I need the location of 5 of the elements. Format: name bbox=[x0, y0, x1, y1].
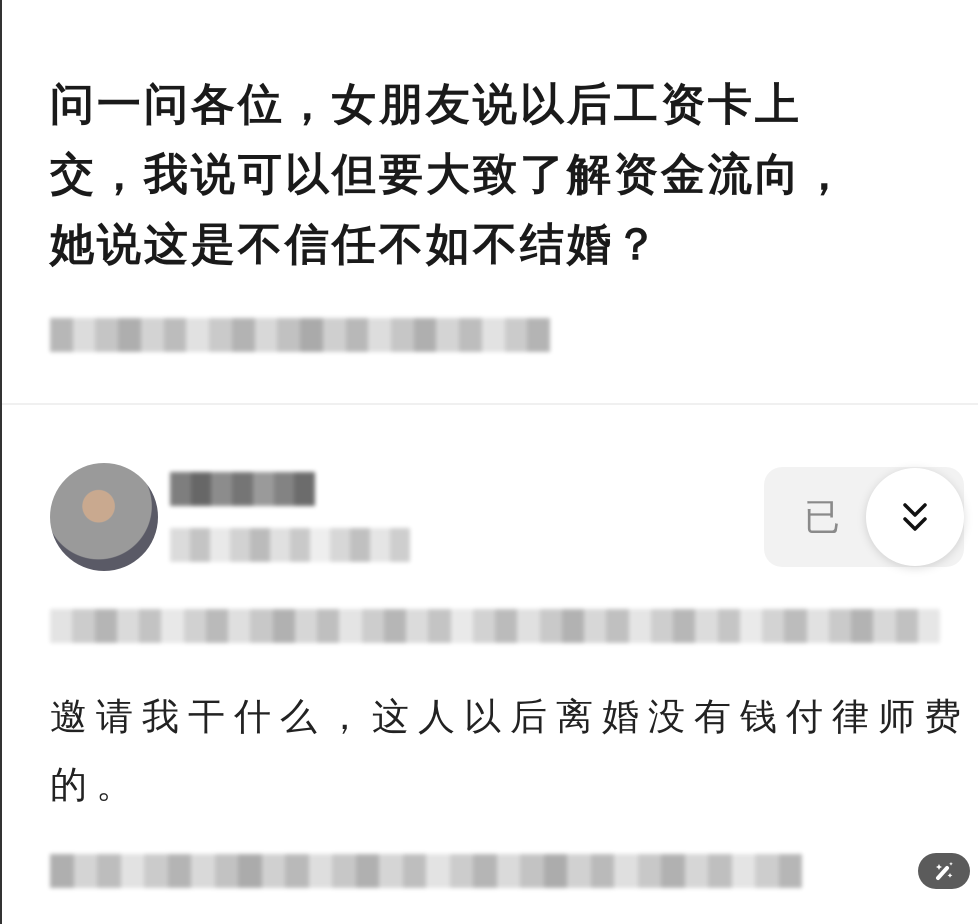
answer-text: 邀请我干什么，这人以后离婚没有钱付律师费的。 bbox=[50, 694, 971, 808]
question-title-line: 问一问各位，女朋友说以后工资卡上 bbox=[50, 78, 802, 132]
magic-wand-button[interactable] bbox=[918, 853, 970, 889]
question-title-line: 她说这是不信任不如不结婚？ bbox=[50, 218, 661, 272]
question-title-line: 交，我说可以但要大致了解资金流向， bbox=[50, 148, 849, 202]
